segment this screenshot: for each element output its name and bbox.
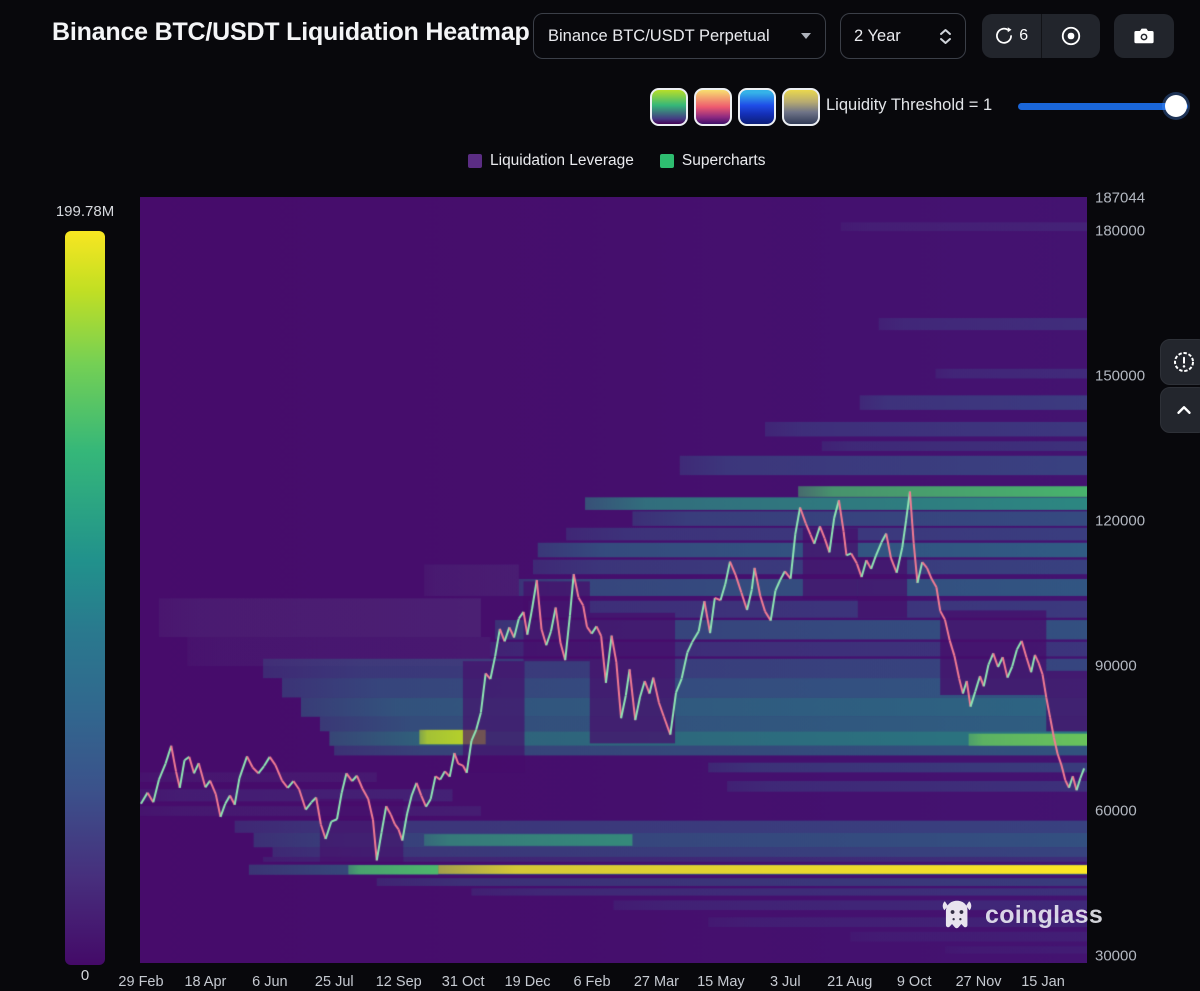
y-tick-label: 90000 [1095, 658, 1195, 675]
x-tick-label: 12 Sep [364, 974, 434, 990]
y-tick-label: 60000 [1095, 803, 1195, 820]
palette-swatch-blue[interactable] [738, 88, 776, 126]
liquidity-threshold-slider[interactable] [1018, 103, 1188, 110]
symbol-select[interactable]: Binance BTC/USDT Perpetual [533, 13, 826, 59]
x-tick-label: 18 Apr [170, 974, 240, 990]
chevron-down-icon [939, 37, 952, 45]
x-tick-label: 21 Aug [815, 974, 885, 990]
refresh-count: 6 [1019, 27, 1028, 45]
legend-item-supercharts[interactable]: Supercharts [660, 152, 766, 170]
liquidation-heatmap-canvas[interactable] [140, 197, 1087, 963]
spinner-icons [939, 28, 952, 45]
liquidity-threshold-label: Liquidity Threshold = 1 [826, 96, 992, 115]
alert-badge-button[interactable] [1160, 339, 1200, 385]
legend-item-liquidation-leverage[interactable]: Liquidation Leverage [468, 152, 634, 170]
y-tick-label: 180000 [1095, 223, 1195, 240]
x-tick-label: 27 Nov [944, 974, 1014, 990]
palette-swatch-magma[interactable] [694, 88, 732, 126]
x-tick-label: 15 May [686, 974, 756, 990]
chevron-down-icon [801, 33, 811, 39]
y-tick-label: 120000 [1095, 513, 1195, 530]
refresh-icon [994, 26, 1014, 46]
colorbar-max-label: 199.78M [45, 203, 125, 220]
record-button[interactable] [1042, 14, 1101, 58]
x-tick-label: 19 Dec [493, 974, 563, 990]
liquidation-heatmap-page: Binance BTC/USDT Liquidation Heatmap Bin… [0, 0, 1200, 991]
scroll-top-button[interactable] [1160, 387, 1200, 433]
chart-legend: Liquidation Leverage Supercharts [468, 152, 766, 170]
symbol-select-value: Binance BTC/USDT Perpetual [548, 27, 770, 46]
legend-swatch-purple [468, 154, 482, 168]
record-icon [1060, 25, 1082, 47]
palette-swatch-gray-yellow[interactable] [782, 88, 820, 126]
x-tick-label: 25 Jul [299, 974, 369, 990]
coinglass-watermark: coinglass [938, 896, 1103, 934]
camera-icon [1132, 24, 1156, 48]
refresh-button[interactable]: 6 [982, 14, 1042, 58]
chevron-up-icon [1173, 399, 1195, 421]
watermark-text: coinglass [985, 901, 1103, 930]
x-tick-label: 31 Oct [428, 974, 498, 990]
slider-knob[interactable] [1165, 95, 1187, 117]
palette-swatch-viridis[interactable] [650, 88, 688, 126]
y-tick-label: 30000 [1095, 947, 1195, 964]
badge-exclamation-icon [1172, 350, 1196, 374]
legend-label: Liquidation Leverage [490, 152, 634, 170]
colorbar [65, 231, 105, 965]
x-tick-label: 6 Feb [557, 974, 627, 990]
chart-action-group: 6 [982, 14, 1100, 58]
y-tick-label: 187044 [1095, 190, 1195, 207]
chevron-up-icon [939, 28, 952, 36]
page-title: Binance BTC/USDT Liquidation Heatmap [52, 18, 530, 47]
screenshot-button[interactable] [1114, 14, 1174, 58]
legend-swatch-green [660, 154, 674, 168]
x-tick-label: 9 Oct [879, 974, 949, 990]
x-tick-label: 6 Jun [235, 974, 305, 990]
x-tick-label: 3 Jul [750, 974, 820, 990]
timeframe-select[interactable]: 2 Year [840, 13, 966, 59]
x-tick-label: 15 Jan [1008, 974, 1078, 990]
x-tick-label: 27 Mar [621, 974, 691, 990]
legend-label: Supercharts [682, 152, 766, 170]
coinglass-bull-icon [938, 896, 976, 934]
x-tick-label: 29 Feb [106, 974, 176, 990]
timeframe-value: 2 Year [854, 27, 901, 46]
